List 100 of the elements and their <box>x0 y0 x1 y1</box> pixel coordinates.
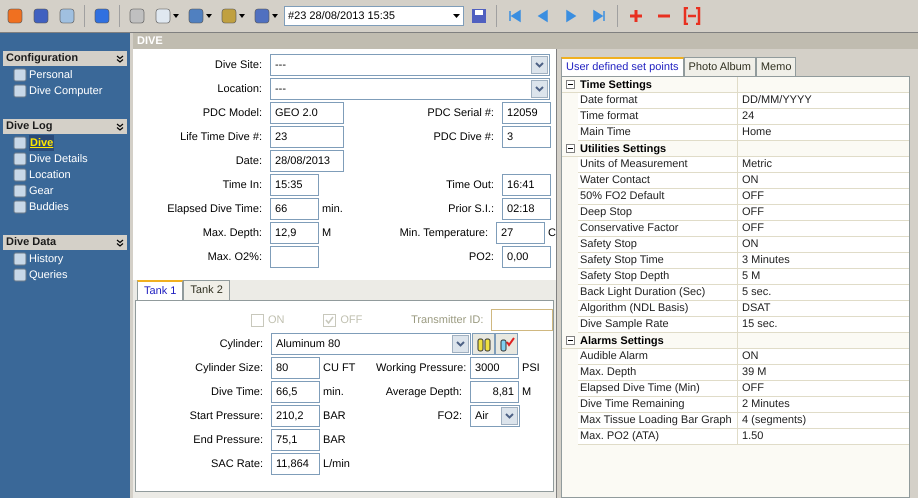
collapse-icon[interactable] <box>566 336 574 345</box>
sidebar-item[interactable]: Dive Details <box>29 150 88 168</box>
page-title: DIVE <box>133 33 918 49</box>
property-value[interactable]: Home <box>738 125 909 141</box>
item-icon <box>13 168 27 182</box>
field-label: FO2: <box>436 408 463 424</box>
property-name: Main Time <box>578 125 738 141</box>
property-value[interactable]: ON <box>738 349 909 365</box>
property-value[interactable]: ON <box>738 237 909 253</box>
dropdown-button[interactable] <box>452 335 469 353</box>
dropdown-button[interactable] <box>501 407 518 425</box>
sidebar-item[interactable]: Gear <box>29 182 54 200</box>
combo-field[interactable]: --- <box>270 54 550 76</box>
sidebar-item[interactable]: Dive Computer <box>29 82 102 100</box>
checkbox-label: ON <box>268 312 284 328</box>
property-value[interactable]: OFF <box>738 205 909 221</box>
property-value[interactable]: DD/MM/YYYY <box>738 93 909 109</box>
input-field[interactable]: 75,1 <box>271 429 320 451</box>
input-field[interactable]: 210,2 <box>271 405 320 427</box>
input-field[interactable]: 02:18 <box>502 198 551 220</box>
panel-tab[interactable]: User defined set points <box>561 57 684 76</box>
fo2-select[interactable]: Air <box>470 405 520 427</box>
unit-label: M <box>321 226 332 241</box>
sidebar-item[interactable]: Dive <box>29 134 54 152</box>
tank-tab[interactable]: Tank 2 <box>183 280 230 300</box>
sidebar-item[interactable]: Queries <box>29 266 68 284</box>
input-field[interactable]: 12059 <box>502 102 551 124</box>
property-name: Units of Measurement <box>578 157 738 173</box>
field-label: Date: <box>234 154 263 169</box>
property-value[interactable]: 5 M <box>738 269 909 285</box>
sidebar-item[interactable]: Location <box>29 166 71 184</box>
property-value[interactable]: Metric <box>738 157 909 173</box>
panel-tab[interactable]: Photo Album <box>684 57 756 76</box>
input-field[interactable]: 80 <box>271 357 320 379</box>
caret-icon <box>272 14 278 18</box>
unit-label: min. <box>321 202 343 217</box>
field-label: PDC Dive #: <box>432 130 495 145</box>
field-label: PDC Model: <box>202 106 263 121</box>
chevron-down-icon <box>505 413 514 419</box>
dropdown-button[interactable] <box>531 56 548 74</box>
panel-tab[interactable]: Memo <box>756 57 796 76</box>
property-value[interactable]: 15 sec. <box>738 317 909 333</box>
transmitter-id-field[interactable] <box>491 309 554 331</box>
property-value[interactable]: 3 Minutes <box>738 253 909 269</box>
item-icon <box>13 252 27 266</box>
input-field[interactable]: 0,00 <box>502 246 551 268</box>
input-field[interactable]: 15:35 <box>270 174 319 196</box>
property-value[interactable]: OFF <box>738 381 909 397</box>
unit-label: L/min <box>322 456 350 472</box>
cylinder-select[interactable]: Aluminum 80 <box>271 333 471 355</box>
property-value[interactable]: DSAT <box>738 301 909 317</box>
collapse-chevron-icon <box>116 238 124 246</box>
field-label: Max. Depth: <box>202 226 263 241</box>
dropdown-button[interactable] <box>531 80 548 98</box>
field-label: Time In: <box>222 178 263 193</box>
chevron-down-icon <box>456 341 465 347</box>
input-field[interactable]: 66 <box>270 198 319 220</box>
combo-field[interactable]: --- <box>270 78 550 100</box>
input-field[interactable]: 12,9 <box>270 222 319 244</box>
input-field[interactable] <box>270 246 319 268</box>
tank-check-button[interactable] <box>495 333 518 355</box>
input-field[interactable]: 27 <box>496 222 546 244</box>
input-field[interactable]: 66,5 <box>271 381 320 403</box>
collapse-icon[interactable] <box>566 80 574 89</box>
property-value[interactable]: 39 M <box>738 365 909 381</box>
property-value[interactable]: 4 (segments) <box>738 413 909 429</box>
record-select[interactable]: #23 28/08/2013 15:35 <box>284 6 464 26</box>
input-field[interactable]: 28/08/2013 <box>270 150 344 172</box>
property-value[interactable]: 24 <box>738 109 909 125</box>
input-field[interactable]: 3 <box>502 126 551 148</box>
field-label: Life Time Dive #: <box>179 130 263 145</box>
property-value[interactable]: 5 sec. <box>738 285 909 301</box>
input-field[interactable]: 11,864 <box>271 453 320 475</box>
tank-check-icon <box>498 336 514 352</box>
field-label: Start Pressure: <box>188 408 264 424</box>
cylinders-button[interactable] <box>472 333 495 355</box>
field-label: End Pressure: <box>192 432 264 448</box>
property-name: Dive Time Remaining <box>578 397 738 413</box>
property-name: Water Contact <box>578 173 738 189</box>
input-field[interactable]: 16:41 <box>502 174 551 196</box>
sidebar-item[interactable]: Personal <box>29 66 72 84</box>
collapse-icon[interactable] <box>566 144 574 153</box>
input-field[interactable]: 8,81 <box>470 381 519 403</box>
tank-tab[interactable]: Tank 1 <box>137 280 184 300</box>
group-header: Time Settings <box>578 77 738 92</box>
property-value[interactable]: OFF <box>738 189 909 205</box>
section-header[interactable]: Dive Data <box>3 235 127 250</box>
property-value[interactable]: 2 Minutes <box>738 397 909 413</box>
property-value[interactable]: 1.50 <box>738 429 909 445</box>
input-field[interactable]: GEO 2.0 <box>270 102 344 124</box>
property-value[interactable]: ON <box>738 173 909 189</box>
property-value[interactable]: OFF <box>738 221 909 237</box>
input-field[interactable]: 23 <box>270 126 344 148</box>
sidebar-item[interactable]: History <box>29 250 64 268</box>
item-icon <box>13 200 27 214</box>
item-icon <box>13 268 27 282</box>
input-field[interactable]: 3000 <box>470 357 519 379</box>
section-header[interactable]: Dive Log <box>3 119 127 134</box>
sidebar-item[interactable]: Buddies <box>29 198 69 216</box>
section-header[interactable]: Configuration <box>3 51 127 66</box>
